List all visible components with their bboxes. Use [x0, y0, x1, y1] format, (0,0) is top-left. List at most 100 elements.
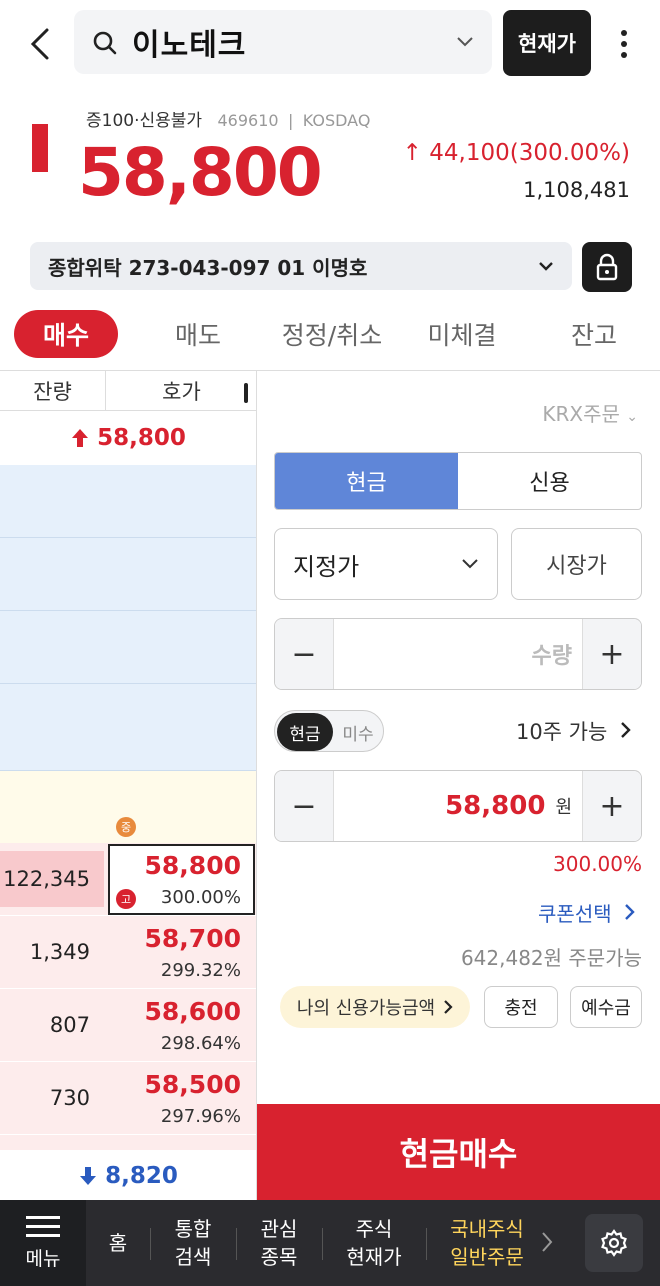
column-handle-icon[interactable]: [244, 383, 248, 403]
trade-volume: 1,108,481: [523, 178, 630, 202]
nav-stock-current-price[interactable]: 주식 현재가: [328, 1200, 420, 1286]
day-high: 58,800: [0, 411, 256, 465]
price-input[interactable]: 58,800 원: [333, 771, 583, 841]
chevron-down-icon: [457, 37, 473, 47]
bid-row[interactable]: 730 58,500 297.96%: [0, 1062, 256, 1135]
more-icon[interactable]: [606, 22, 642, 66]
minus-button[interactable]: −: [275, 771, 333, 841]
arrow-up-icon: [72, 429, 89, 447]
available-qty: 10주 가능: [515, 720, 608, 744]
ask-row[interactable]: [0, 465, 256, 538]
stock-tags: 증100·신용불가 469610 | KOSDAQ: [86, 111, 371, 131]
bid-qty: 122,345: [3, 867, 90, 891]
hamburger-icon: [26, 1215, 60, 1237]
stock-market: KOSDAQ: [302, 111, 371, 130]
bid-pct: 297.96%: [160, 1106, 241, 1127]
nav-integrated-search[interactable]: 통합 검색: [156, 1200, 230, 1286]
price-unit: 원: [555, 797, 572, 818]
toggle-misu[interactable]: 미수: [335, 713, 381, 751]
stock-tag-text: 증100·신용불가: [86, 111, 203, 131]
settings-button[interactable]: [585, 1214, 643, 1272]
high-badge: 고: [116, 889, 136, 909]
bid-qty: 1,349: [29, 940, 90, 964]
bid-price: 58,500: [144, 1070, 241, 1099]
credit-amount-button[interactable]: 나의 신용가능금액: [280, 986, 470, 1028]
toggle-cash[interactable]: 현금: [277, 713, 333, 751]
col-remaining: 잔량: [0, 371, 106, 411]
back-button[interactable]: [18, 22, 62, 66]
chevron-right-icon: [625, 904, 635, 920]
credit-amount-label: 나의 신용가능금액: [296, 998, 436, 1019]
quantity-stepper[interactable]: − 수량 +: [274, 618, 642, 690]
nav-separator: [236, 1228, 237, 1260]
seg-cash[interactable]: 현금: [275, 453, 458, 509]
cash-buy-button[interactable]: 현금매수: [257, 1104, 660, 1200]
bid-pct: 299.32%: [160, 960, 241, 981]
ask-row[interactable]: [0, 684, 256, 771]
mid-zone: 중: [0, 771, 256, 843]
ask-row[interactable]: [0, 538, 256, 611]
nav-watchlist[interactable]: 관심 종목: [242, 1200, 316, 1286]
plus-button[interactable]: +: [583, 771, 641, 841]
price-pct: 300.00%: [553, 852, 642, 876]
tab-buy[interactable]: 매수: [14, 310, 118, 358]
tab-balance[interactable]: 잔고: [548, 310, 640, 358]
krx-order-selector[interactable]: KRX주문 ⌄: [542, 398, 638, 427]
chevron-right-icon[interactable]: [541, 1231, 553, 1253]
coupon-label: 쿠폰선택: [538, 902, 612, 926]
price-change: ↑ 44,100(300.00%): [402, 140, 630, 166]
arrow-down-icon: [80, 1167, 97, 1185]
order-type-select[interactable]: 지정가: [274, 528, 498, 600]
price-stepper[interactable]: − 58,800 원 +: [274, 770, 642, 842]
day-low: 8,820: [0, 1151, 256, 1201]
bid-price: 58,600: [144, 997, 241, 1026]
bid-row[interactable]: 807 58,600 298.64%: [0, 989, 256, 1062]
coupon-select-link[interactable]: 쿠폰선택: [538, 898, 636, 927]
bid-pct: 298.64%: [160, 1033, 241, 1054]
gear-icon: [601, 1229, 627, 1257]
bid-qty: 807: [49, 1013, 90, 1037]
current-price: 58,800: [78, 134, 323, 211]
account-label: 종합위탁 273-043-097 01 이명호: [48, 255, 368, 280]
quantity-placeholder: 수량: [531, 644, 572, 669]
tab-sell[interactable]: 매도: [150, 310, 246, 358]
available-qty-link[interactable]: 10주 가능: [516, 716, 632, 746]
bid-price: 58,700: [144, 924, 241, 953]
day-high-value: 58,800: [97, 425, 186, 451]
account-selector[interactable]: 종합위탁 273-043-097 01 이명호: [30, 242, 572, 290]
day-low-value: 8,820: [105, 1163, 178, 1189]
minus-button[interactable]: −: [275, 619, 333, 689]
nav-domestic-order[interactable]: 국내주식 일반주문: [432, 1200, 542, 1286]
tab-modify-cancel[interactable]: 정정/취소: [266, 310, 398, 358]
price-input-value: 58,800: [445, 791, 546, 821]
current-price-button[interactable]: 현재가: [503, 10, 591, 76]
cash-misu-toggle[interactable]: 현금 미수: [274, 710, 384, 752]
search-icon: [93, 31, 117, 55]
chevron-left-icon: [30, 28, 49, 60]
bid-row[interactable]: 122,345 고 58,800 300.00%: [0, 843, 256, 916]
nav-home[interactable]: 홈: [92, 1200, 144, 1286]
bid-pct: 300.00%: [160, 887, 241, 908]
quantity-input[interactable]: 수량: [333, 619, 583, 689]
seg-credit[interactable]: 신용: [458, 453, 641, 509]
nav-separator: [426, 1228, 427, 1260]
menu-label: 메뉴: [25, 1247, 61, 1270]
chevron-down-icon: [539, 262, 553, 271]
bid-row-partial: [0, 1135, 256, 1151]
col-quote: 호가: [106, 371, 256, 411]
plus-button[interactable]: +: [583, 619, 641, 689]
charge-button[interactable]: 충전: [484, 986, 558, 1028]
cash-credit-toggle[interactable]: 현금 신용: [274, 452, 642, 510]
krx-label: KRX주문: [542, 402, 620, 426]
order-book[interactable]: 잔량 호가 58,800 중 122,345 고 58,800 300.00% …: [0, 371, 257, 1201]
bid-row[interactable]: 1,349 58,700 299.32%: [0, 916, 256, 989]
menu-button[interactable]: 메뉴: [0, 1200, 86, 1286]
deposit-button[interactable]: 예수금: [570, 986, 642, 1028]
mid-badge: 중: [116, 817, 136, 837]
lock-button[interactable]: [582, 242, 632, 292]
chevron-right-icon: [621, 722, 631, 738]
bid-price: 58,800: [144, 851, 241, 880]
tab-unfilled[interactable]: 미체결: [412, 310, 512, 358]
market-price-button[interactable]: 시장가: [511, 528, 642, 600]
ask-row[interactable]: [0, 611, 256, 684]
